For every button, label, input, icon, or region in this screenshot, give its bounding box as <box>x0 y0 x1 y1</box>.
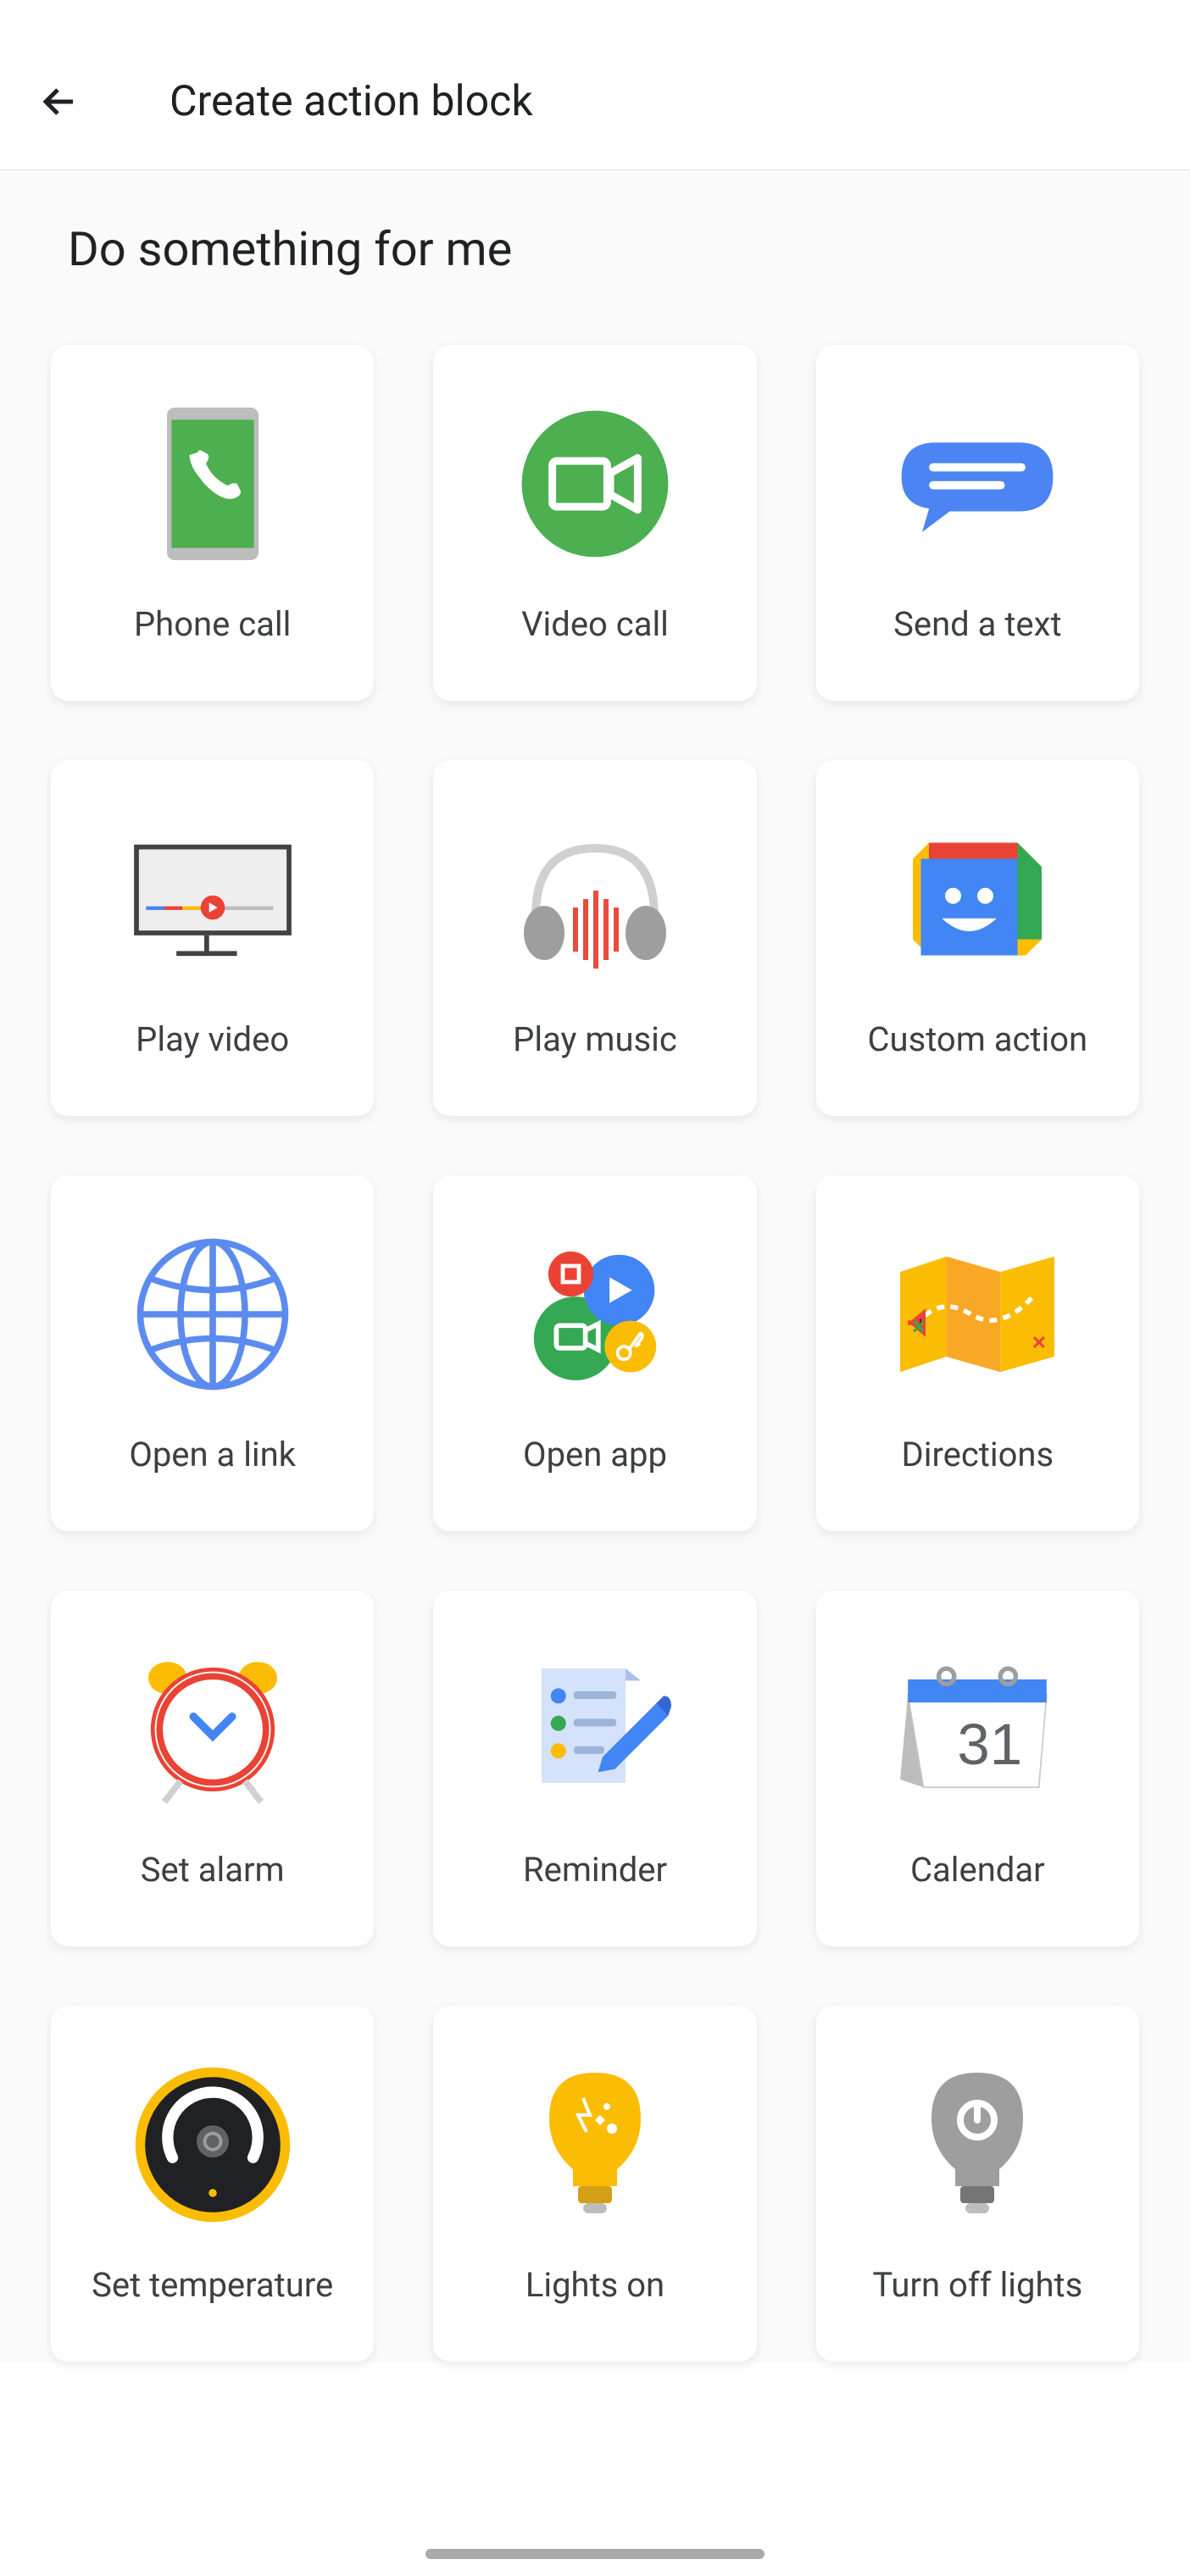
card-label: Calendar <box>910 1848 1045 1892</box>
card-label: Set temperature <box>92 2263 333 2307</box>
card-send-text[interactable]: Send a text <box>816 345 1139 701</box>
thermostat-icon <box>128 2060 298 2229</box>
globe-icon <box>128 1230 298 1399</box>
map-icon: ✕ ✕ <box>892 1230 1062 1399</box>
card-lights-off[interactable]: Turn off lights <box>816 2006 1139 2362</box>
section-title: Do something for me <box>68 221 1139 277</box>
action-grid: Phone call Video call Send <box>51 345 1139 2362</box>
phone-call-icon <box>128 399 298 569</box>
card-label: Open app <box>523 1433 667 1477</box>
alarm-clock-icon <box>128 1645 298 1814</box>
play-music-icon <box>510 814 680 984</box>
card-label: Turn off lights <box>872 2263 1082 2307</box>
card-phone-call[interactable]: Phone call <box>51 345 374 701</box>
card-label: Reminder <box>523 1848 667 1892</box>
card-play-music[interactable]: Play music <box>433 760 756 1116</box>
card-label: Video call <box>521 602 669 647</box>
arrow-left-icon <box>39 81 80 122</box>
play-video-icon <box>128 814 298 984</box>
card-calendar[interactable]: 31 Calendar <box>816 1591 1139 1946</box>
card-label: Open a link <box>129 1433 296 1477</box>
lightbulb-off-icon <box>892 2060 1062 2229</box>
content: Do something for me Phone call <box>0 170 1190 2362</box>
lightbulb-on-icon <box>510 2060 680 2229</box>
card-set-temperature[interactable]: Set temperature <box>51 2006 374 2362</box>
card-reminder[interactable]: Reminder <box>433 1591 756 1946</box>
card-label: Phone call <box>134 602 291 647</box>
card-open-app[interactable]: Open app <box>433 1175 756 1531</box>
app-title: Create action block <box>170 77 533 126</box>
text-message-icon <box>892 399 1062 569</box>
card-custom-action[interactable]: Custom action <box>816 760 1139 1116</box>
card-open-link[interactable]: Open a link <box>51 1175 374 1531</box>
card-label: Send a text <box>893 602 1061 647</box>
open-app-icon <box>510 1230 680 1399</box>
calendar-icon: 31 <box>892 1645 1062 1814</box>
card-label: Play music <box>513 1018 677 1062</box>
back-button[interactable] <box>34 76 85 127</box>
svg-text:✕: ✕ <box>911 1318 926 1339</box>
card-set-alarm[interactable]: Set alarm <box>51 1591 374 1946</box>
card-label: Custom action <box>868 1018 1088 1062</box>
card-play-video[interactable]: Play video <box>51 760 374 1116</box>
svg-text:✕: ✕ <box>1032 1333 1047 1354</box>
status-bar <box>0 0 1190 51</box>
custom-action-icon <box>892 814 1062 984</box>
card-directions[interactable]: ✕ ✕ Directions <box>816 1175 1139 1531</box>
video-call-icon <box>510 399 680 569</box>
reminder-icon <box>510 1645 680 1814</box>
card-label: Lights on <box>525 2263 665 2307</box>
card-label: Play video <box>136 1018 289 1062</box>
card-label: Set alarm <box>141 1848 285 1892</box>
card-video-call[interactable]: Video call <box>433 345 756 701</box>
card-label: Directions <box>901 1433 1054 1477</box>
svg-text:31: 31 <box>958 1711 1023 1777</box>
navigation-handle[interactable] <box>425 2549 765 2559</box>
card-lights-on[interactable]: Lights on <box>433 2006 756 2362</box>
app-bar: Create action block <box>0 51 1190 170</box>
